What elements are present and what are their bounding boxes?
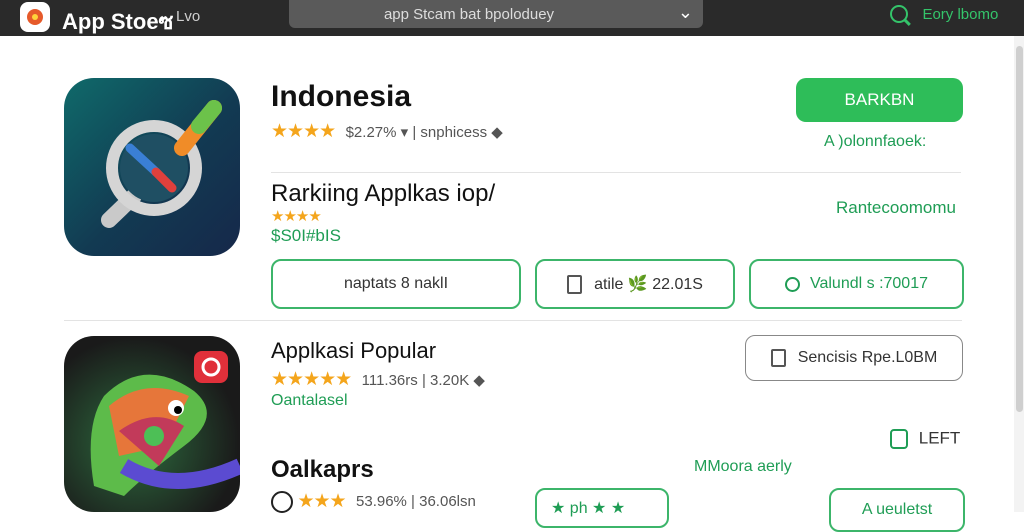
app-store-logo-icon[interactable] — [20, 2, 50, 32]
divider — [271, 172, 961, 173]
primary-action-button[interactable]: BARKBN — [796, 78, 963, 122]
search-icon[interactable] — [890, 5, 908, 23]
popular-app-icon[interactable] — [64, 336, 240, 512]
services-button[interactable]: Sencisis Rpe.L0BM — [745, 335, 963, 381]
thumbs-up-icon — [890, 428, 908, 449]
app-title: App Stoeซ — [62, 9, 174, 34]
top-right-search[interactable]: Eory lbomo — [890, 5, 998, 23]
info-pill-1-text: naptats 8 naklI — [343, 275, 449, 292]
section-stars: ★★★★ — [271, 208, 322, 225]
lock-icon — [784, 276, 800, 292]
info-pill-1[interactable]: naptats 8 naklI — [271, 259, 521, 309]
info-pill-3-text: Valundl s :70017 — [809, 275, 928, 292]
services-button-label: Sencisis Rpe.L0BM — [797, 349, 938, 366]
doc-icon — [770, 349, 786, 367]
popular-title: Applkasi Popular — [271, 338, 437, 363]
featured-rating-text: $2.27% ▾ | snphicess ◆ — [345, 124, 503, 141]
featured-app-icon[interactable] — [64, 78, 240, 256]
section-title: Rarkiing Applkas iop/ — [271, 180, 496, 207]
third-action-button[interactable]: A ueuletst — [829, 488, 965, 532]
app-sub-label: Lvo — [176, 8, 201, 25]
third-pill-text: ★ ph ★ ★ — [551, 500, 626, 517]
third-title: Oalkaprs — [271, 456, 374, 483]
secondary-link[interactable]: A )olonnfaoek: — [824, 133, 926, 151]
info-pill-3[interactable]: Valundl s :70017 — [749, 259, 964, 309]
popular-rating-row: ★★★★★ 111.36rs | 3.20K ◆ — [271, 368, 485, 391]
search-bar[interactable]: app Stcam bat bpoloduey ⌄ — [289, 0, 703, 28]
left-button[interactable]: LEFT — [890, 428, 960, 449]
info-pill-2[interactable]: atile 🌿 22.01S — [535, 259, 735, 309]
more-link[interactable]: MMoora aerly — [694, 458, 792, 476]
right-link[interactable]: Rantecoomomu — [836, 198, 956, 218]
popular-tag: Oantalasel — [271, 392, 348, 409]
third-pill[interactable]: ★ ph ★ ★ — [535, 488, 669, 528]
search-query[interactable]: app Stcam bat bpoloduey — [289, 6, 649, 23]
popular-rating-stars: ★★★★★ — [271, 369, 352, 390]
rating-stars: ★★★★ — [271, 121, 336, 142]
radio-circle-icon[interactable] — [271, 490, 293, 513]
third-rating-row: ★★★ 53.96% | 36.06lsn — [271, 490, 476, 513]
section-price: $S0I#bIS — [271, 226, 341, 245]
info-pill-2-text: atile 🌿 22.01S — [594, 276, 703, 293]
third-rating-text: 53.96% | 36.06lsn — [356, 493, 476, 510]
featured-rating-row: ★★★★ $2.27% ▾ | snphicess ◆ — [271, 120, 503, 143]
section-divider — [64, 320, 962, 321]
featured-title: Indonesia — [271, 80, 412, 113]
popular-rating-text: 111.36rs | 3.20K ◆ — [361, 372, 485, 389]
chevron-down-icon[interactable]: ⌄ — [678, 2, 693, 23]
scrollbar-thumb[interactable] — [1016, 46, 1023, 412]
third-rating-stars: ★★★ — [297, 491, 346, 512]
magnifier-icon — [101, 100, 222, 228]
left-button-label: LEFT — [918, 428, 961, 448]
chameleon-icon — [90, 351, 240, 496]
doc-icon — [567, 274, 583, 294]
third-action-label: A ueuletst — [861, 501, 933, 518]
top-right-label[interactable]: Eory lbomo — [922, 6, 998, 23]
